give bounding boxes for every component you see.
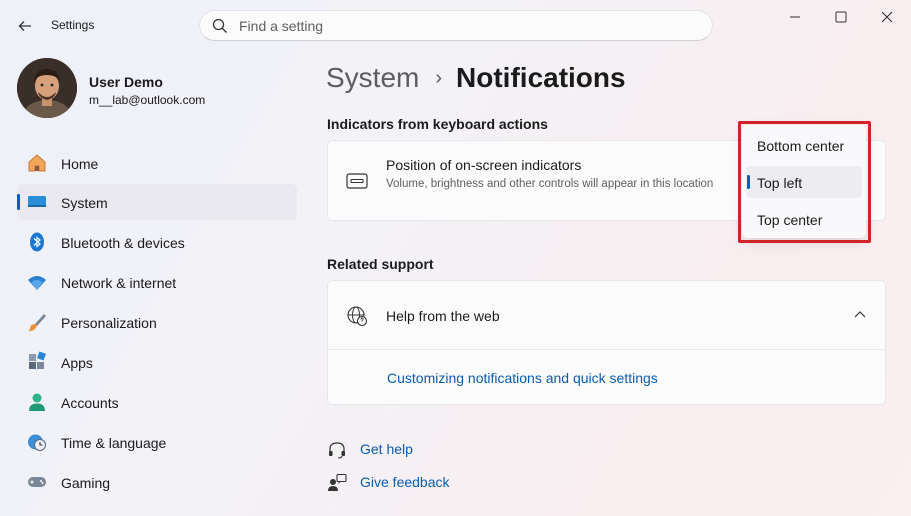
get-help-label: Get help xyxy=(360,441,413,457)
sidebar-item-time-language[interactable]: Time & language xyxy=(17,424,297,460)
title-bar: Settings Find a setting xyxy=(0,0,911,50)
get-help-icon xyxy=(329,442,345,459)
section-title-indicators: Indicators from keyboard actions xyxy=(327,116,548,132)
minimize-icon xyxy=(790,16,800,18)
setting-title: Position of on-screen indicators xyxy=(386,157,582,173)
breadcrumb: System › Notifications xyxy=(326,58,626,98)
sidebar-item-label: Time & language xyxy=(61,435,167,451)
back-button[interactable] xyxy=(13,14,37,38)
sidebar-item-label: Personalization xyxy=(61,315,157,331)
close-icon xyxy=(881,11,893,23)
indicator-icon xyxy=(346,173,368,189)
help-from-web-header[interactable]: Help from the web xyxy=(328,281,885,349)
sidebar-item-personalization[interactable]: Personalization xyxy=(17,304,297,340)
chevron-up-icon[interactable] xyxy=(854,310,866,320)
maximize-icon xyxy=(835,11,847,23)
sidebar-item-label: System xyxy=(61,195,108,211)
highlight-box xyxy=(738,121,871,243)
globe-help-icon xyxy=(347,306,368,327)
sidebar-item-gaming[interactable]: Gaming xyxy=(17,464,297,500)
wifi-icon xyxy=(28,276,46,290)
setting-description: Volume, brightness and other controls wi… xyxy=(386,178,714,190)
sidebar-item-label: Bluetooth & devices xyxy=(61,235,185,251)
sidebar-item-accounts[interactable]: Accounts xyxy=(17,384,297,420)
system-icon xyxy=(28,196,46,207)
breadcrumb-separator: › xyxy=(435,66,443,89)
breadcrumb-parent[interactable]: System xyxy=(326,62,419,94)
sidebar-item-label: Home xyxy=(61,156,99,172)
home-icon xyxy=(28,154,46,172)
sidebar-item-apps[interactable]: Apps xyxy=(17,344,297,380)
user-email: m__lab@outlook.com xyxy=(89,93,206,107)
gamepad-icon xyxy=(28,477,46,487)
sidebar-item-system[interactable]: System xyxy=(17,184,297,220)
user-name: User Demo xyxy=(89,74,163,90)
clock-globe-icon xyxy=(28,434,46,451)
search-icon xyxy=(212,18,227,33)
accounts-icon xyxy=(29,393,45,411)
active-indicator xyxy=(17,194,20,210)
back-arrow-icon xyxy=(18,21,31,31)
page-title: Notifications xyxy=(456,62,626,93)
search-box[interactable]: Find a setting xyxy=(199,10,713,41)
minimize-button[interactable] xyxy=(773,6,817,28)
give-feedback-icon xyxy=(328,473,347,491)
sidebar-item-network[interactable]: Network & internet xyxy=(17,264,297,300)
bluetooth-icon xyxy=(30,232,44,252)
search-placeholder: Find a setting xyxy=(239,18,324,34)
notifications-help-link[interactable]: Customizing notifications and quick sett… xyxy=(387,370,658,386)
brush-icon xyxy=(28,314,46,332)
avatar xyxy=(17,58,77,118)
close-button[interactable] xyxy=(865,6,909,28)
sidebar-item-label: Apps xyxy=(61,355,93,371)
give-feedback-label: Give feedback xyxy=(360,474,450,490)
sidebar-item-label: Accounts xyxy=(61,395,119,411)
divider xyxy=(328,349,885,350)
sidebar-item-label: Gaming xyxy=(61,475,111,491)
app-title: Settings xyxy=(51,18,95,32)
apps-icon xyxy=(29,351,46,369)
sidebar-item-bluetooth[interactable]: Bluetooth & devices xyxy=(17,224,297,260)
help-card-title: Help from the web xyxy=(386,308,500,324)
maximize-button[interactable] xyxy=(819,6,863,28)
sidebar-item-home[interactable]: Home xyxy=(17,145,297,181)
sidebar-item-label: Network & internet xyxy=(61,275,177,291)
section-title-related: Related support xyxy=(327,256,434,272)
help-from-web-card: Help from the web Customizing notificati… xyxy=(327,280,886,405)
